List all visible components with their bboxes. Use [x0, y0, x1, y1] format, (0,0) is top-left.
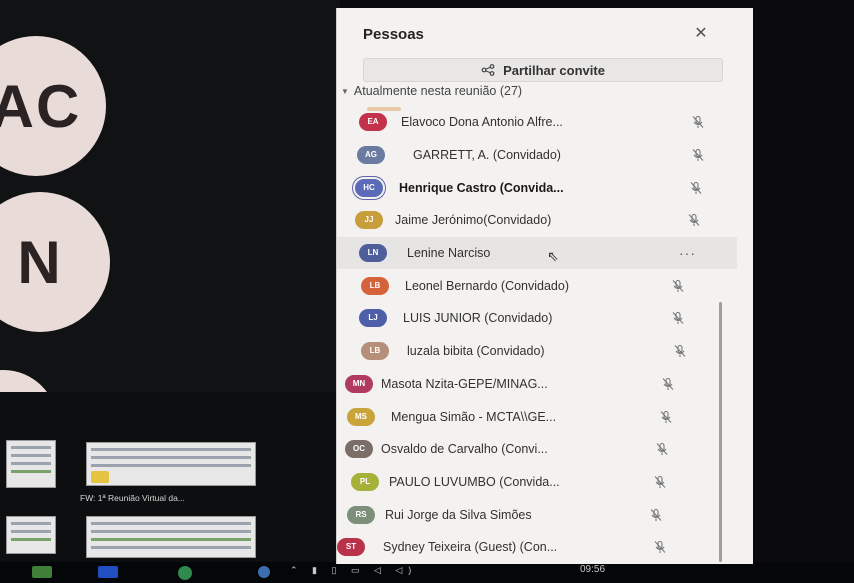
section-header-current[interactable]: ▼ Atualmente nesta reunião (27) [341, 84, 522, 98]
participant-tile-ac[interactable]: AC [0, 36, 106, 176]
participant-name: luzala bibita (Convidado) [407, 344, 545, 359]
mic-off-icon [649, 508, 663, 522]
participant-row[interactable]: LN Lenine Narciso ··· [337, 236, 737, 270]
mic-off-icon [671, 279, 685, 293]
publisher-taskbar-icon[interactable] [32, 566, 52, 578]
participant-list: EA Elavoco Dona Antonio Alfre... AG GARRETT… [337, 106, 737, 564]
participant-name: GARRETT, A. (Convidado) [413, 148, 561, 163]
participant-name: Sydney Teixeira (Guest) (Con... [383, 540, 558, 555]
system-tray[interactable]: ⌃ ▮ ▯ ▭ ◁ ◁) [290, 565, 417, 576]
mic-off-icon [671, 311, 685, 325]
participant-name: LUIS JUNIOR (Convidado) [403, 311, 553, 326]
mic-off-icon [655, 442, 669, 456]
participant-name: Mengua Simão - MCTA\\GE... [391, 409, 557, 424]
avatar: MS [347, 407, 375, 426]
participant-row[interactable]: LB luzala bibita (Convidado) [337, 335, 737, 368]
participant-row[interactable]: EA Elavoco Dona Antonio Alfre... [337, 106, 737, 139]
taskbar [0, 562, 854, 583]
participant-row[interactable]: HC Henrique Castro (Convida... [337, 171, 737, 204]
taskbar-clock[interactable]: 09:56 [580, 564, 605, 575]
participant-row[interactable]: RS Rui Jorge da Silva Simões [337, 498, 737, 531]
participant-name: Rui Jorge da Silva Simões [385, 507, 532, 522]
participant-row[interactable]: JJ Jaime Jerónimo(Convidado) [337, 204, 737, 237]
participant-name: Elavoco Dona Antonio Alfre... [401, 115, 563, 130]
scrollbar[interactable] [719, 302, 722, 562]
participant-row[interactable]: AG GARRETT, A. (Convidado) [337, 139, 737, 172]
mouse-cursor-icon: ⇖ [547, 248, 559, 264]
participant-row[interactable]: PL PAULO LUVUMBO (Convida... [337, 466, 737, 499]
mic-off-icon [689, 181, 703, 195]
thumbnail-caption: FW: 1ª Reunião Virtual da... [80, 493, 185, 503]
participant-row[interactable]: MS Mengua Simão - MCTA\\GE... [337, 400, 737, 433]
avatar: LJ [359, 309, 387, 328]
participant-name: PAULO LUVUMBO (Convida... [389, 474, 560, 489]
participant-row[interactable]: ST Sydney Teixeira (Guest) (Con... [337, 531, 737, 564]
mic-off-icon [661, 377, 675, 391]
mic-off-icon [691, 148, 705, 162]
avatar: JJ [355, 211, 383, 230]
mic-off-icon [653, 540, 667, 554]
panel-title: Pessoas [363, 26, 424, 43]
avatar: PL [351, 472, 379, 491]
avatar: EA [359, 113, 387, 132]
avatar: LN [359, 244, 387, 263]
section-label: Atualmente nesta reunião (27) [353, 84, 523, 98]
participant-row[interactable]: MN Masota Nzita-GEPE/MINAG... [337, 368, 737, 401]
avatar: ST [337, 538, 365, 557]
mic-off-icon [659, 410, 673, 424]
close-icon[interactable]: ✕ [691, 24, 711, 44]
participant-row[interactable]: LB Leonel Bernardo (Convidado) [337, 269, 737, 302]
avatar: RS [347, 505, 375, 524]
participant-name: Jaime Jerónimo(Convidado) [395, 213, 552, 228]
chevron-down-icon: ▼ [341, 86, 349, 96]
share-invite-label: Partilhar convite [503, 62, 605, 78]
window-thumbnail[interactable] [6, 516, 56, 554]
share-invite-button[interactable]: Partilhar convite [363, 58, 723, 82]
participant-name: Masota Nzita-GEPE/MINAG... [381, 376, 548, 391]
browser-taskbar-icon[interactable] [258, 566, 270, 578]
avatar: LB [361, 276, 389, 295]
participant-row[interactable]: OC Osvaldo de Carvalho (Convi... [337, 433, 737, 466]
participant-name: Osvaldo de Carvalho (Convi... [381, 442, 548, 457]
window-thumbnail-email[interactable] [86, 442, 256, 486]
mic-off-icon [691, 115, 705, 129]
participant-name: Henrique Castro (Convida... [399, 180, 564, 195]
share-icon [481, 64, 495, 76]
app-taskbar-icon[interactable] [178, 566, 192, 580]
folder-icon [91, 471, 109, 483]
avatar: MN [345, 374, 373, 393]
mic-off-icon [653, 475, 667, 489]
avatar: HC [355, 178, 383, 197]
participant-tile-n[interactable]: N [0, 192, 110, 332]
video-app-taskbar-icon[interactable] [98, 566, 118, 578]
window-thumbnail-spreadsheet[interactable] [86, 516, 256, 558]
more-options-icon[interactable]: ··· [679, 245, 696, 261]
participant-name: Leonel Bernardo (Convidado) [405, 278, 569, 293]
avatar: OC [345, 440, 373, 459]
mic-off-icon [673, 344, 687, 358]
people-panel: Pessoas ✕ Partilhar convite ▼ Atualmente… [336, 8, 753, 564]
avatar: LB [361, 342, 389, 361]
participant-row[interactable]: LJ LUIS JUNIOR (Convidado) [337, 302, 737, 335]
window-thumbnail[interactable] [6, 440, 56, 488]
avatar: AG [357, 146, 385, 165]
mic-off-icon [687, 213, 701, 227]
participant-name: Lenine Narciso [407, 246, 491, 261]
